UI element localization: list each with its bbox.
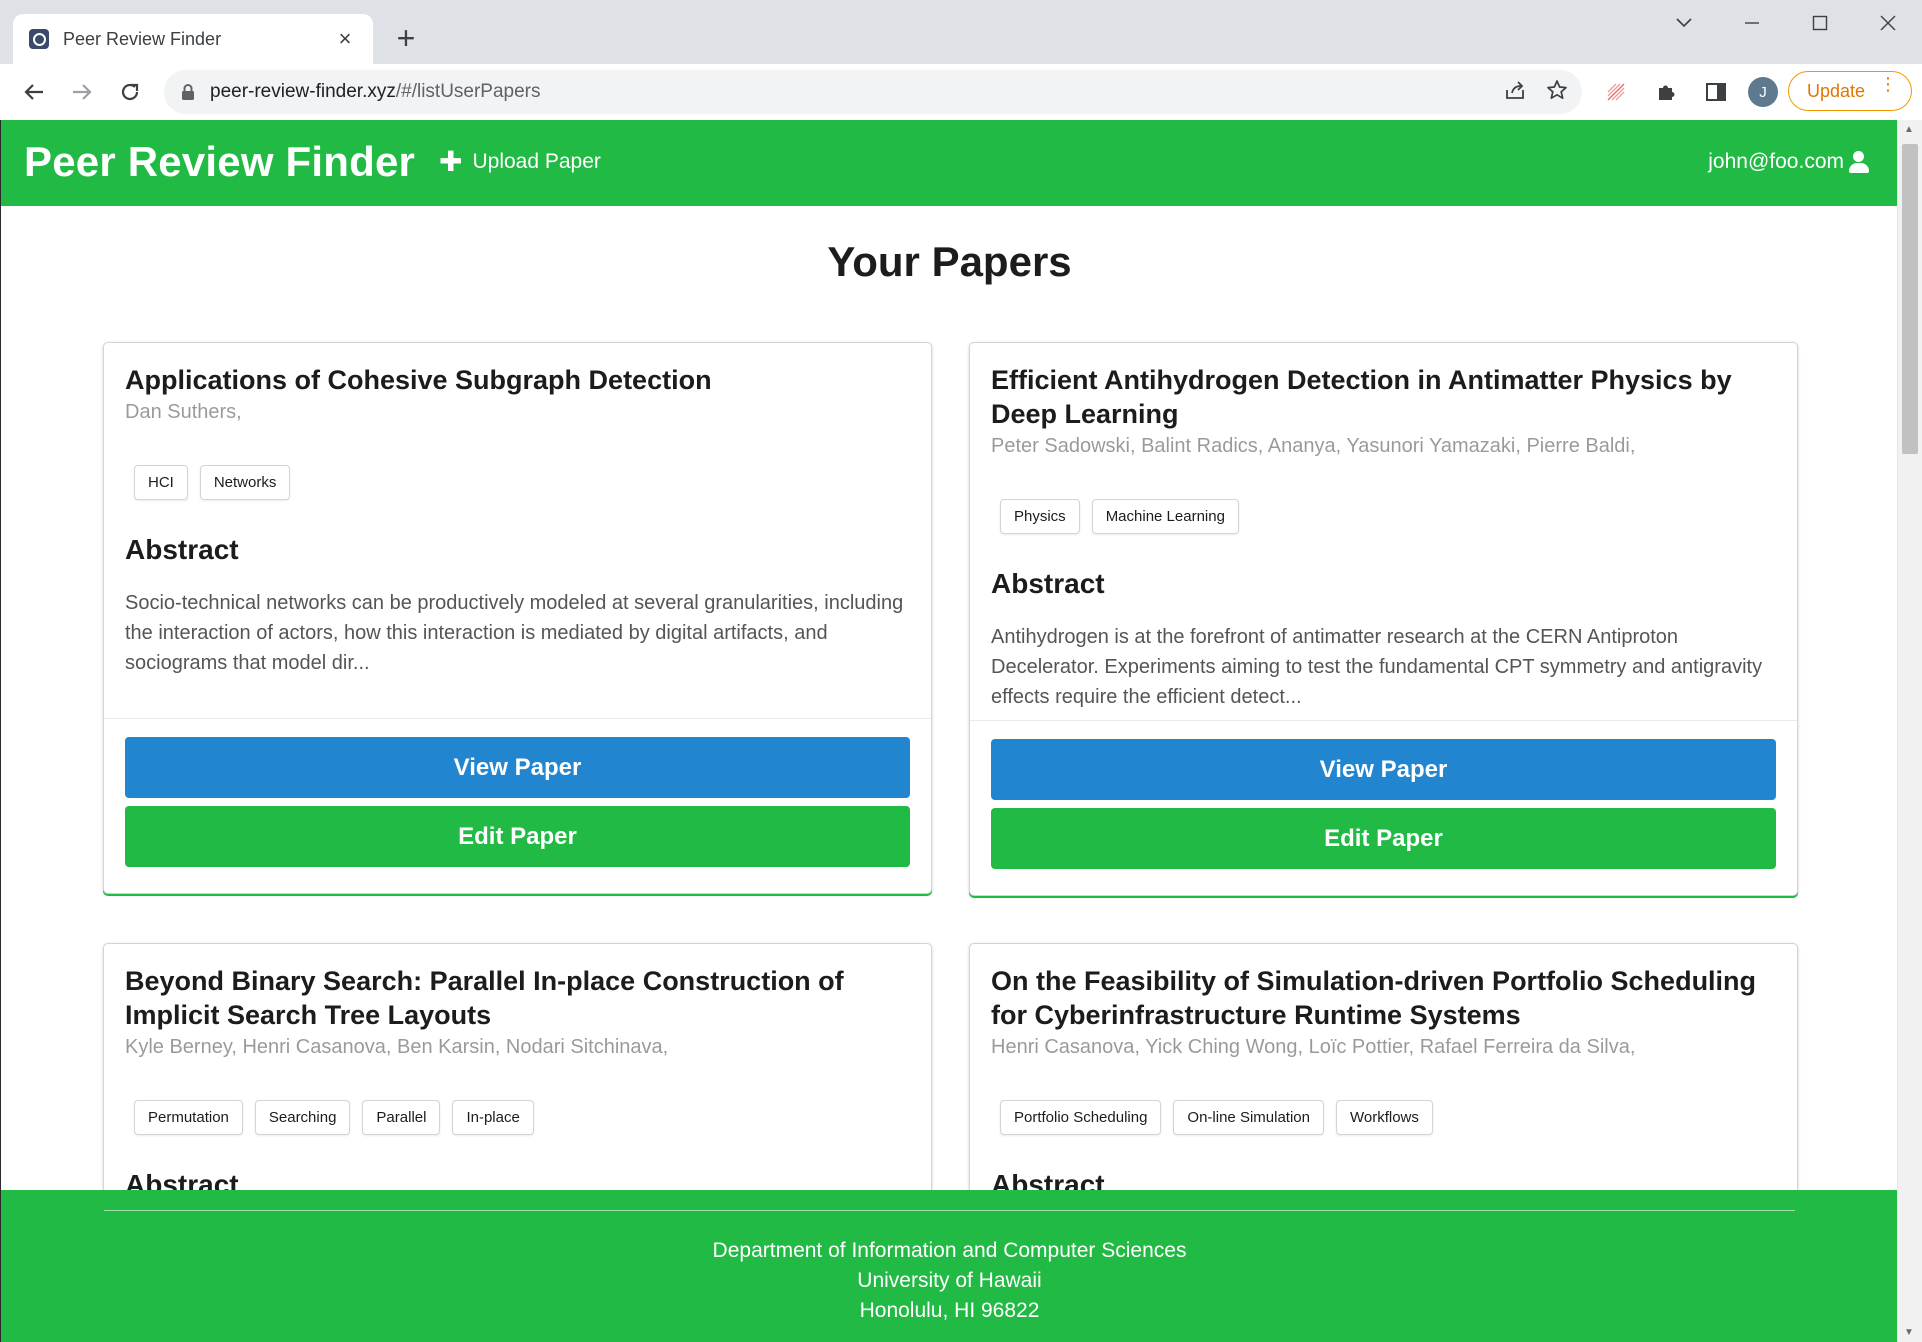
paper-tag: HCI <box>134 465 188 500</box>
window-controls <box>1650 0 1922 46</box>
abstract-text: Socio-technical networks can be producti… <box>125 592 904 674</box>
site-favicon-icon <box>29 29 49 49</box>
card-actions: View Paper Edit Paper <box>970 720 1797 895</box>
paper-tag: Searching <box>254 1100 351 1135</box>
url-host: peer-review-finder.xyz <box>210 81 396 102</box>
footer-divider <box>104 1210 1795 1211</box>
paper-tag: Parallel <box>362 1100 441 1135</box>
profile-avatar[interactable]: J <box>1748 77 1778 107</box>
paper-tag: Networks <box>199 465 291 500</box>
paper-title: Applications of Cohesive Subgraph Detect… <box>125 365 712 395</box>
upload-paper-link[interactable]: ✚ Upload Paper <box>439 146 601 177</box>
upload-paper-label: Upload Paper <box>472 150 601 173</box>
page-viewport: Peer Review Finder ✚ Upload Paper john@f… <box>0 120 1922 1342</box>
close-window-icon[interactable] <box>1854 0 1922 46</box>
browser-toolbar: peer-review-finder.xyz/#/listUserPapers … <box>0 64 1922 120</box>
edit-paper-button[interactable]: Edit Paper <box>991 808 1776 869</box>
scroll-down-arrow-icon[interactable]: ▼ <box>1904 1327 1914 1338</box>
user-email: john@foo.com <box>1708 150 1844 173</box>
paper-tags: Physics Machine Learning <box>991 499 1776 534</box>
page-title: Your Papers <box>827 238 1072 285</box>
site-brand[interactable]: Peer Review Finder <box>24 138 415 186</box>
extension-shell-icon[interactable] <box>1598 74 1634 110</box>
abstract-text: Antihydrogen is at the forefront of anti… <box>991 626 1763 708</box>
kebab-menu-icon[interactable]: ⋮ <box>1879 75 1897 93</box>
extensions-puzzle-icon[interactable] <box>1648 74 1684 110</box>
share-icon[interactable] <box>1504 80 1526 105</box>
paper-title: Efficient Antihydrogen Detection in Anti… <box>991 365 1732 429</box>
user-menu[interactable]: john@foo.com <box>1708 150 1869 174</box>
url-path: /#/listUserPapers <box>395 81 541 102</box>
paper-tag: On-line Simulation <box>1173 1100 1324 1135</box>
address-bar[interactable]: peer-review-finder.xyz/#/listUserPapers <box>164 70 1582 114</box>
browser-tab[interactable]: Peer Review Finder × <box>13 14 373 64</box>
site-footer: Department of Information and Computer S… <box>1 1190 1898 1342</box>
tab-search-icon[interactable] <box>1650 0 1718 46</box>
browser-window: Peer Review Finder × + peer-review-finde… <box>0 0 1922 1342</box>
edit-paper-button[interactable]: Edit Paper <box>125 806 910 867</box>
paper-authors: Dan Suthers, <box>125 401 242 423</box>
scroll-up-arrow-icon[interactable]: ▲ <box>1904 124 1914 135</box>
url-text[interactable]: peer-review-finder.xyz/#/listUserPapers <box>210 81 1504 103</box>
tab-close-icon[interactable]: × <box>333 26 357 52</box>
paper-authors: Kyle Berney, Henri Casanova, Ben Karsin,… <box>125 1036 669 1058</box>
view-paper-button[interactable]: View Paper <box>991 739 1776 800</box>
paper-tag: Machine Learning <box>1091 499 1239 534</box>
minimize-icon[interactable] <box>1718 0 1786 46</box>
lock-icon <box>180 83 196 101</box>
extension-bar: J <box>1598 74 1778 110</box>
view-paper-button[interactable]: View Paper <box>125 737 910 798</box>
paper-tags: HCI Networks <box>125 465 910 500</box>
paper-title: On the Feasibility of Simulation-driven … <box>991 966 1757 1030</box>
paper-tags: Portfolio Scheduling On-line Simulation … <box>991 1100 1776 1135</box>
paper-tag: Physics <box>1000 499 1080 534</box>
paper-tag: Permutation <box>134 1100 243 1135</box>
paper-title: Beyond Binary Search: Parallel In-place … <box>125 966 844 1030</box>
new-tab-button[interactable]: + <box>390 20 422 56</box>
paper-tag: Workflows <box>1335 1100 1433 1135</box>
reload-icon[interactable] <box>112 74 148 110</box>
paper-authors: Henri Casanova, Yick Ching Wong, Loïc Po… <box>991 1036 1636 1058</box>
abstract-heading: Abstract <box>125 534 239 565</box>
plus-icon: ✚ <box>439 146 463 177</box>
back-arrow-icon[interactable] <box>16 74 52 110</box>
paper-card: Applications of Cohesive Subgraph Detect… <box>103 342 932 894</box>
user-icon <box>1848 151 1869 173</box>
browser-update-button[interactable]: Update ⋮ <box>1788 71 1912 111</box>
paper-tag: In-place <box>452 1100 534 1135</box>
scrollbar-thumb[interactable] <box>1902 144 1918 454</box>
card-actions: View Paper Edit Paper <box>104 718 931 893</box>
tab-strip: Peer Review Finder × + <box>0 0 1922 64</box>
footer-address: Honolulu, HI 96822 <box>859 1299 1040 1322</box>
forward-arrow-icon[interactable] <box>64 74 100 110</box>
maximize-icon[interactable] <box>1786 0 1854 46</box>
site-navbar: Peer Review Finder ✚ Upload Paper john@f… <box>1 120 1898 206</box>
page-scrollbar[interactable]: ▲ ▼ <box>1897 120 1922 1342</box>
paper-authors: Peter Sadowski, Balint Radics, Ananya, Y… <box>991 435 1636 457</box>
update-label: Update <box>1807 80 1866 101</box>
paper-card: Efficient Antihydrogen Detection in Anti… <box>969 342 1798 896</box>
side-panel-icon[interactable] <box>1698 74 1734 110</box>
paper-tags: Permutation Searching Parallel In-place <box>125 1100 910 1135</box>
bookmark-star-icon[interactable] <box>1546 79 1568 106</box>
abstract-heading: Abstract <box>991 568 1105 599</box>
footer-department: Department of Information and Computer S… <box>712 1239 1187 1262</box>
tab-title: Peer Review Finder <box>63 28 222 49</box>
paper-tag: Portfolio Scheduling <box>1000 1100 1162 1135</box>
footer-university: University of Hawaii <box>857 1269 1042 1292</box>
